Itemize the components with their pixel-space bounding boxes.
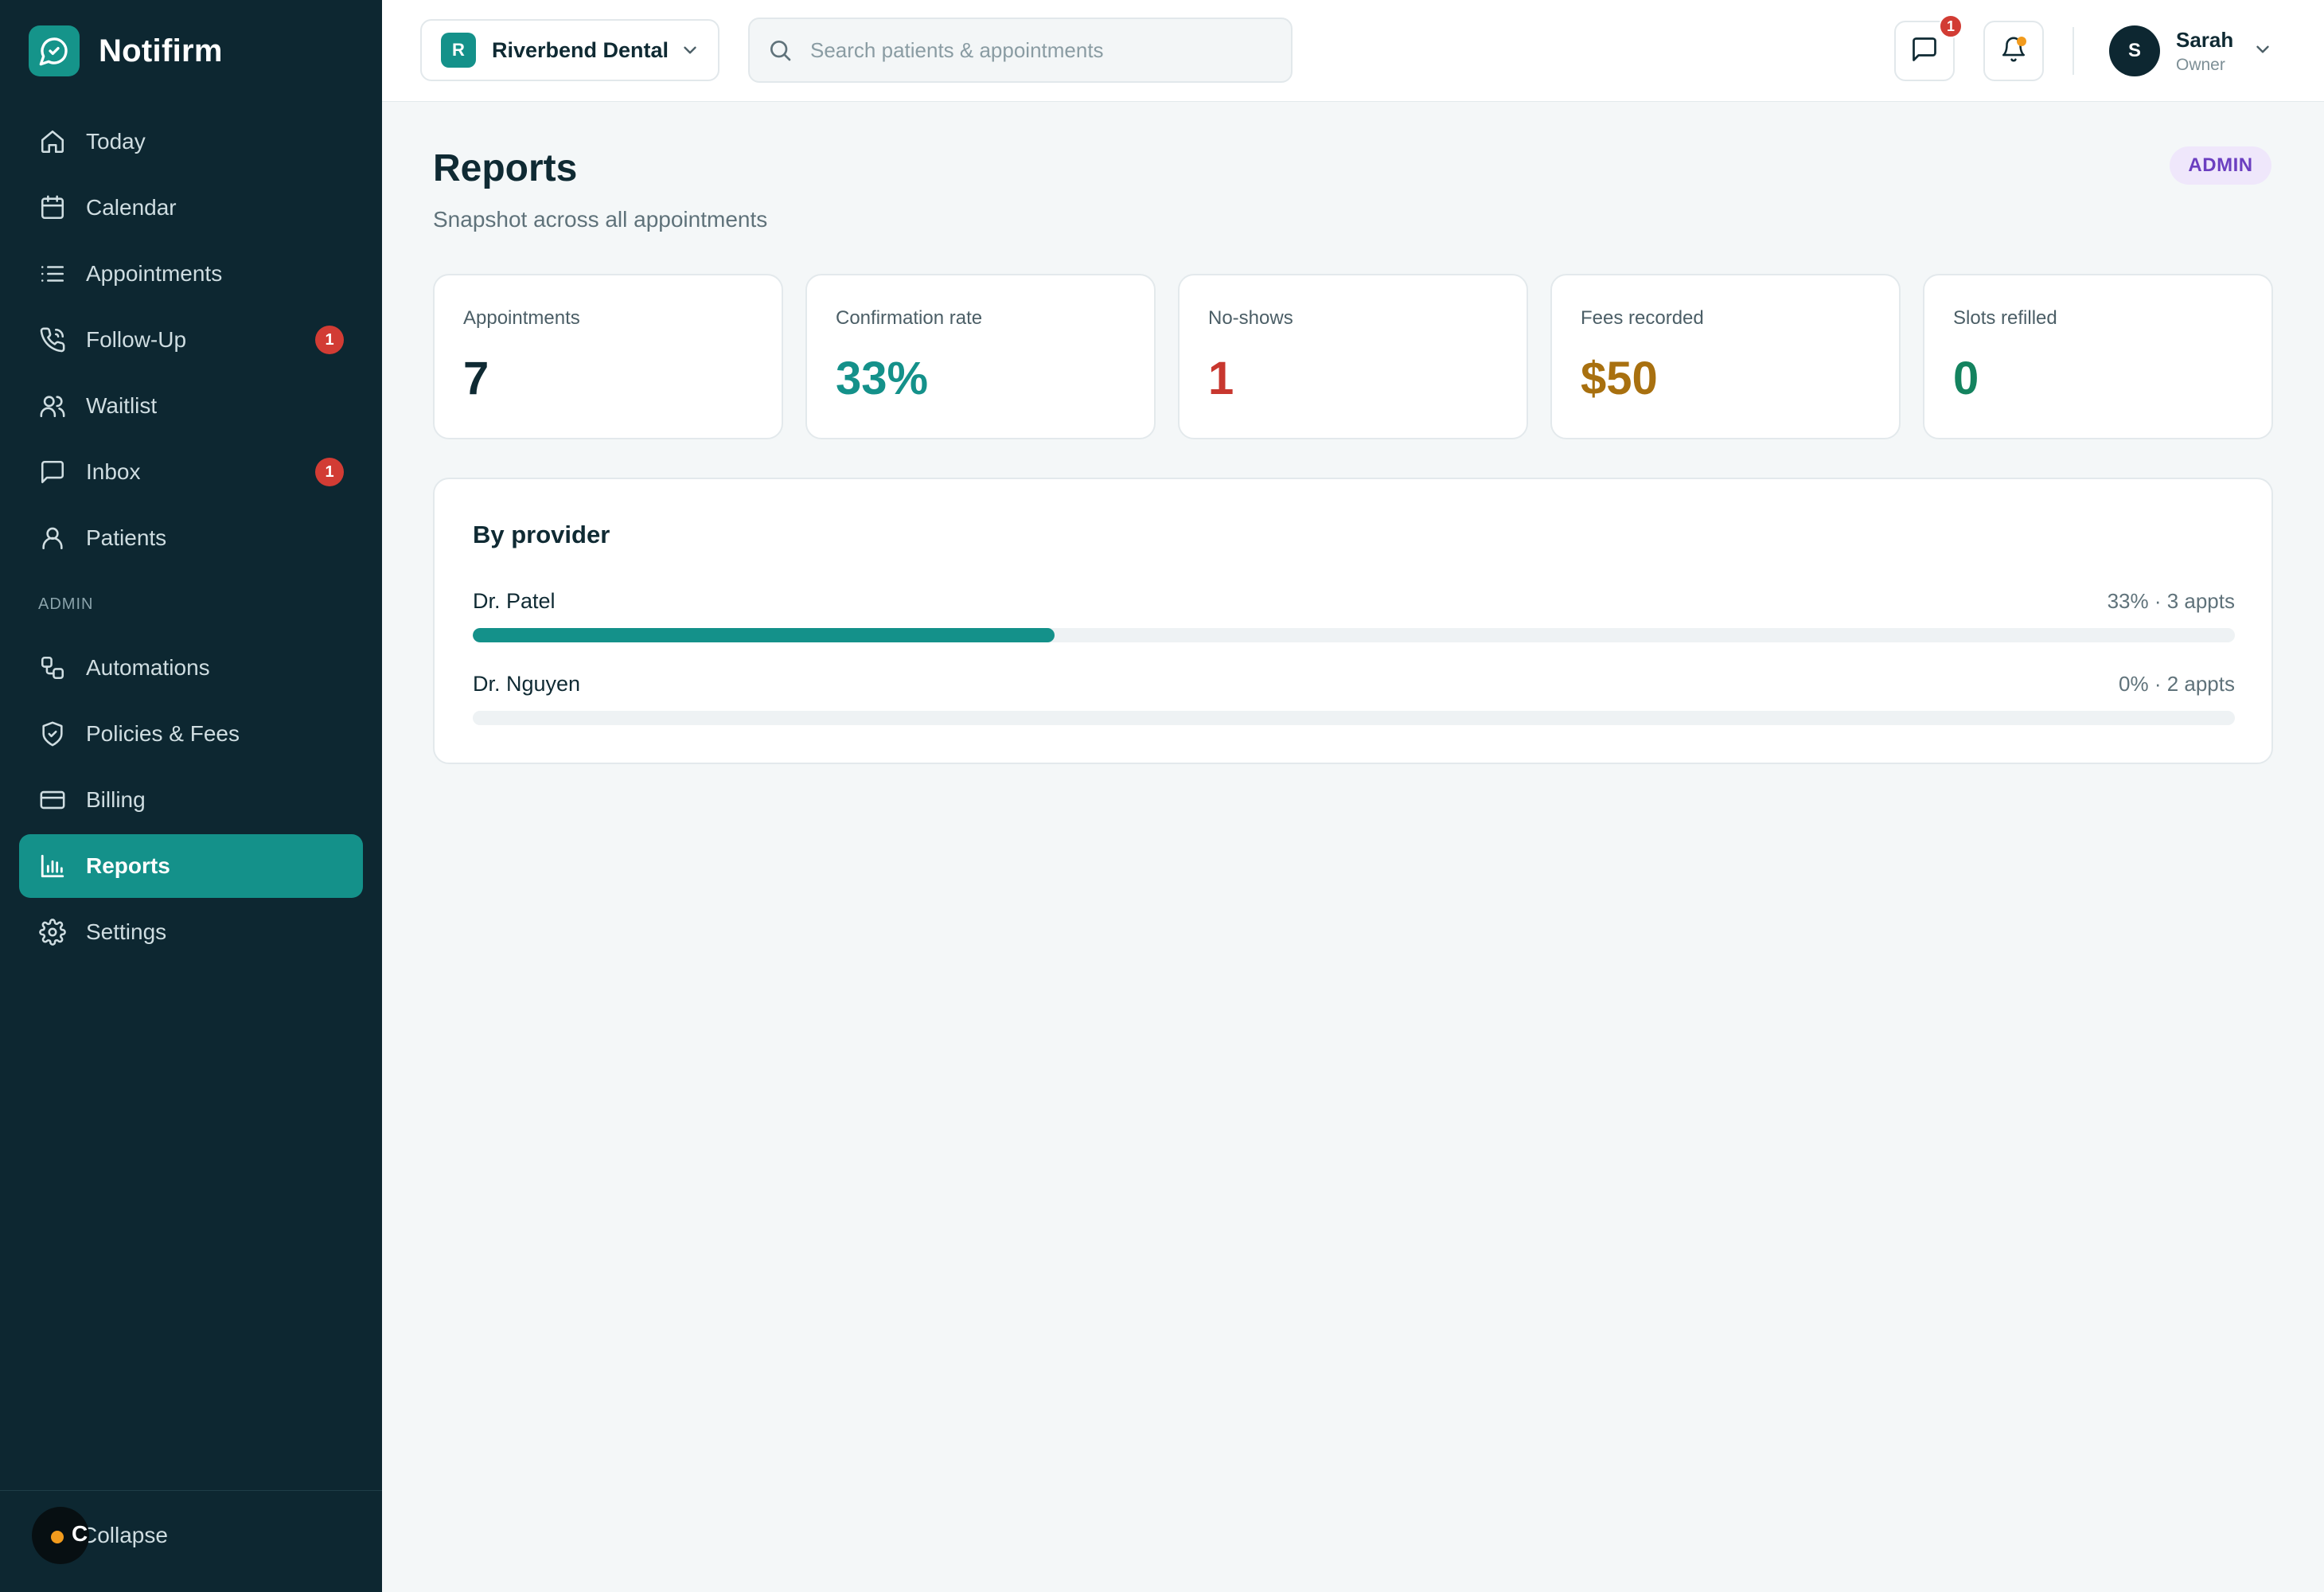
sidebar-item-reports[interactable]: Reports (19, 834, 363, 898)
admin-badge: ADMIN (2170, 146, 2271, 185)
notification-dot-icon (2017, 37, 2026, 46)
message-icon (1910, 35, 1939, 68)
by-provider-card: By provider Dr. Patel 33% · 3 appts Dr. … (433, 478, 2273, 764)
bar-chart-icon (38, 852, 67, 880)
sidebar-item-label: Waitlist (86, 393, 158, 418)
sidebar-item-policies-fees[interactable]: Policies & Fees (19, 702, 363, 766)
search-input[interactable] (810, 37, 1256, 63)
sidebar-item-label: Policies & Fees (86, 721, 240, 746)
provider-progress-track (473, 628, 2235, 642)
stat-card-fees-recorded: Fees recorded $50 (1550, 274, 1901, 439)
home-icon (38, 127, 67, 156)
user-name: Sarah (2176, 27, 2234, 52)
chevron-down-icon (2252, 39, 2273, 64)
collapse-avatar: C (32, 1507, 89, 1564)
stat-value: 0 (1953, 353, 1979, 404)
practice-selector[interactable]: R Riverbend Dental (420, 19, 719, 81)
sidebar-item-label: Inbox (86, 459, 141, 484)
search-bar (748, 18, 1293, 83)
sidebar-item-label: Reports (86, 853, 170, 878)
notifications-button[interactable] (1983, 21, 2044, 81)
page-title: Reports (433, 147, 578, 189)
stat-value: 1 (1208, 353, 1234, 404)
admin-section-label: ADMIN (38, 595, 94, 613)
workflow-icon (38, 654, 67, 682)
stat-card-no-shows: No-shows 1 (1178, 274, 1528, 439)
sidebar-item-label: Settings (86, 919, 167, 944)
sidebar-item-label: Automations (86, 655, 210, 680)
provider-stats: 0% · 2 appts (2119, 672, 2235, 696)
provider-name: Dr. Patel (473, 589, 556, 613)
sidebar-item-label: Today (86, 129, 146, 154)
provider-stats: 33% · 3 appts (2107, 589, 2235, 613)
sidebar-nav: Today Calendar Appointments Follow-Up 1 (19, 110, 363, 966)
stat-label: No-shows (1208, 307, 1293, 329)
messages-button[interactable]: 1 (1894, 14, 1963, 81)
chevron-down-icon (680, 40, 700, 64)
users-icon (38, 392, 67, 420)
sidebar-item-label: Calendar (86, 195, 177, 220)
sidebar-item-label: Patients (86, 525, 167, 550)
shield-icon (38, 720, 67, 748)
user-icon (38, 524, 67, 552)
sidebar-item-automations[interactable]: Automations (19, 636, 363, 700)
sidebar-footer: C Collapse (0, 1490, 382, 1592)
sidebar-item-label: Billing (86, 787, 146, 812)
stat-value: 7 (463, 353, 489, 404)
top-bar-divider (2072, 27, 2074, 75)
stat-label: Fees recorded (1581, 307, 1704, 329)
calendar-icon (38, 193, 67, 222)
stat-card-slots-refilled: Slots refilled 0 (1923, 274, 2273, 439)
message-icon (38, 458, 67, 486)
provider-row: Dr. Patel 33% · 3 appts (473, 589, 2235, 642)
sidebar-item-inbox[interactable]: Inbox 1 (19, 440, 363, 504)
brand-name: Notifirm (99, 33, 223, 68)
collapse-sidebar-button[interactable]: C Collapse (32, 1507, 168, 1564)
collapse-label: Collapse (81, 1523, 168, 1547)
practice-name: Riverbend Dental (492, 37, 669, 62)
collapse-avatar-letter: C (72, 1521, 88, 1546)
provider-name: Dr. Nguyen (473, 672, 581, 696)
avatar: S (2109, 25, 2160, 76)
stat-value: 33% (836, 353, 929, 404)
page-subtitle: Snapshot across all appointments (433, 207, 768, 232)
search-icon (767, 36, 796, 64)
sidebar-item-today[interactable]: Today (19, 110, 363, 174)
messages-count-badge: 1 (1939, 14, 1963, 38)
sidebar-item-label: Follow-Up (86, 327, 187, 352)
stat-label: Confirmation rate (836, 307, 983, 329)
stat-label: Appointments (463, 307, 580, 329)
sidebar-item-calendar[interactable]: Calendar (19, 176, 363, 240)
practice-initial-badge: R (441, 33, 476, 68)
user-menu[interactable]: S Sarah Owner (2109, 24, 2273, 78)
provider-row: Dr. Nguyen 0% · 2 appts (473, 672, 2235, 725)
phone-icon (38, 326, 67, 354)
sidebar: Notifirm Today Calendar Appointments Fol… (0, 0, 382, 1592)
sidebar-item-waitlist[interactable]: Waitlist (19, 374, 363, 438)
top-bar: R Riverbend Dental 1 S Sarah Owner (382, 0, 2324, 102)
brand[interactable]: Notifirm (29, 25, 223, 76)
stat-value: $50 (1581, 353, 1658, 404)
stat-label: Slots refilled (1953, 307, 2057, 329)
provider-progress-fill (473, 628, 1055, 642)
sidebar-item-label: Appointments (86, 261, 223, 286)
provider-progress-track (473, 711, 2235, 725)
user-role: Owner (2176, 55, 2225, 74)
status-dot-icon (51, 1531, 64, 1543)
brand-logo-icon (29, 25, 80, 76)
sidebar-item-billing[interactable]: Billing (19, 768, 363, 832)
sidebar-item-follow-up[interactable]: Follow-Up 1 (19, 308, 363, 372)
by-provider-title: By provider (473, 521, 610, 548)
sidebar-item-appointments[interactable]: Appointments (19, 242, 363, 306)
gear-icon (38, 918, 67, 946)
list-icon (38, 259, 67, 288)
stat-card-appointments: Appointments 7 (433, 274, 783, 439)
sidebar-item-settings[interactable]: Settings (19, 900, 363, 964)
sidebar-item-patients[interactable]: Patients (19, 506, 363, 570)
stat-card-confirmation-rate: Confirmation rate 33% (805, 274, 1156, 439)
follow-up-count-badge: 1 (315, 326, 344, 354)
credit-card-icon (38, 786, 67, 814)
inbox-count-badge: 1 (315, 458, 344, 486)
user-info: Sarah Owner (2176, 28, 2233, 75)
